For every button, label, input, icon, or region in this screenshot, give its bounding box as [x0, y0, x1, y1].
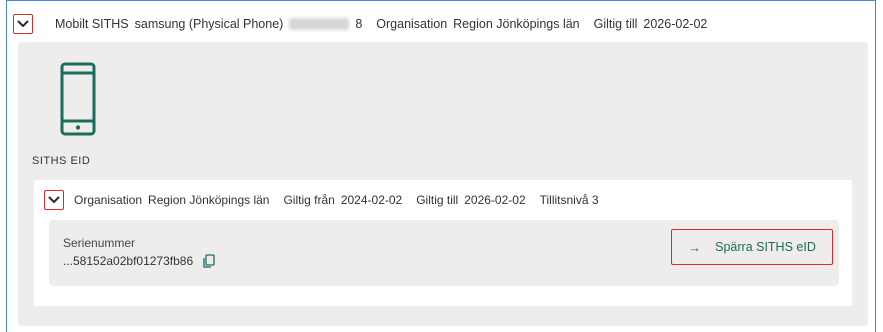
- expand-device-button[interactable]: [13, 14, 33, 34]
- device-header-row: Mobilt SITHS samsung (Physical Phone) 8 …: [7, 7, 874, 41]
- chevron-down-icon: [17, 20, 29, 27]
- organisation-label: Organisation: [376, 17, 448, 31]
- device-id-suffix: 8: [355, 17, 363, 31]
- certificate-header-row: Organisation Region Jönköpings län Gilti…: [44, 190, 599, 210]
- chevron-down-icon: [48, 196, 60, 203]
- cert-trust-level: Tillitsnivå 3: [539, 193, 599, 207]
- serial-number-box: Serienummer ...58152a02bf01273fb86 → Spä…: [49, 220, 839, 286]
- cert-valid-from-value: 2024-02-02: [340, 193, 403, 207]
- copy-icon[interactable]: [203, 254, 215, 268]
- cert-valid-from-label: Giltig från: [283, 193, 335, 207]
- organisation-value: Region Jönköpings län: [453, 17, 580, 31]
- device-details-card: SITHS EID Organisation Region Jönköpings…: [18, 42, 868, 326]
- redacted-device-id: [289, 18, 350, 30]
- valid-to-label: Giltig till: [593, 17, 638, 31]
- cert-valid-to-label: Giltig till: [416, 193, 459, 207]
- certificate-panel: Organisation Region Jönköpings län Gilti…: [34, 180, 852, 306]
- serial-number-value: ...58152a02bf01273fb86: [63, 254, 194, 268]
- expand-certificate-button[interactable]: [44, 190, 64, 210]
- cert-organisation-value: Region Jönköpings län: [148, 193, 270, 207]
- arrow-right-icon: →: [688, 239, 702, 255]
- serial-number-label: Serienummer: [63, 236, 136, 250]
- serial-number-row: ...58152a02bf01273fb86: [63, 254, 215, 268]
- siths-eid-section-label: SITHS EID: [32, 155, 91, 167]
- revoke-button-label: Spärra SITHS eID: [715, 240, 816, 254]
- cert-valid-to-value: 2026-02-02: [464, 193, 526, 207]
- revoke-siths-eid-button[interactable]: → Spärra SITHS eID: [671, 229, 833, 265]
- mobile-phone-icon: [60, 62, 96, 136]
- device-type-label: Mobilt SITHS: [55, 17, 129, 31]
- device-name: samsung (Physical Phone): [134, 17, 284, 31]
- cert-organisation-label: Organisation: [74, 193, 143, 207]
- valid-to-value: 2026-02-02: [643, 17, 708, 31]
